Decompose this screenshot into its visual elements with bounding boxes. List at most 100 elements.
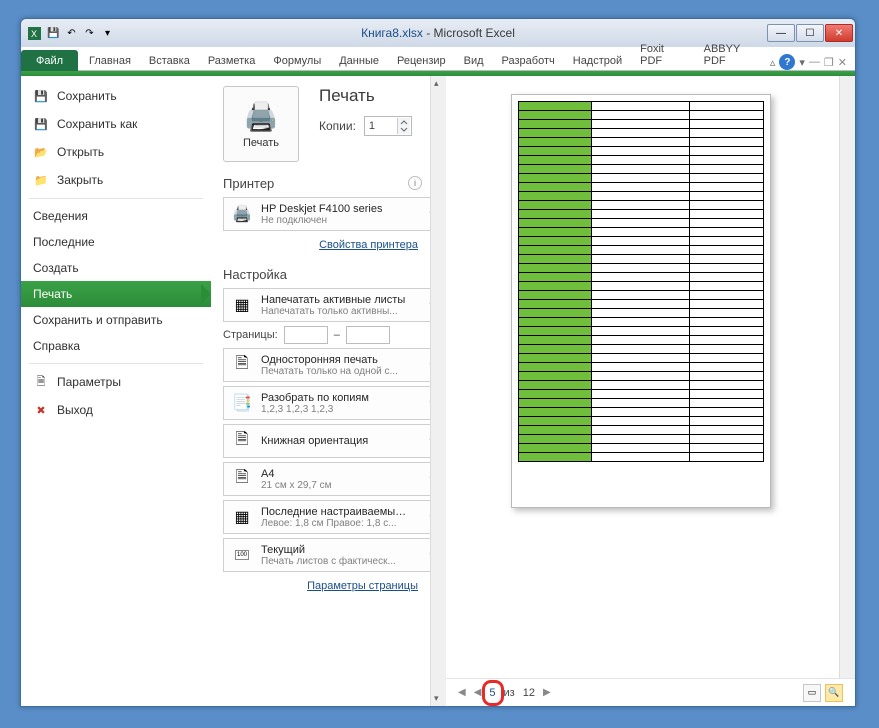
pages-label: Страницы: (223, 329, 278, 341)
paper-size-selector[interactable]: 🗎 A4 21 см x 29,7 см ▾ (223, 462, 440, 496)
print-what-selector[interactable]: ▦ Напечатать активные листы Напечатать т… (223, 288, 440, 322)
svg-text:X: X (31, 29, 37, 39)
collate-icon: 📑 (229, 390, 255, 416)
preview-page (511, 94, 771, 508)
show-margins-button[interactable]: ▭ (803, 684, 821, 702)
nav-close-file[interactable]: 📁Закрыть (21, 166, 211, 194)
nav-exit[interactable]: ✖Выход (21, 396, 211, 424)
backstage-view: 💾Сохранить 💾Сохранить как 📂Открыть 📁Закр… (21, 76, 855, 706)
sheets-icon: ▦ (229, 292, 255, 318)
nav-separator (29, 198, 203, 199)
copies-label: Копии: (319, 119, 356, 133)
doc-minimize-icon[interactable]: — (809, 56, 820, 68)
printer-status: Не подключен (261, 215, 382, 226)
pages-to-input[interactable] (346, 326, 390, 344)
page-setup-link[interactable]: Параметры страницы (307, 580, 418, 592)
minimize-ribbon-icon[interactable]: ▵ (770, 56, 776, 69)
orientation-icon: 🗎 (229, 428, 255, 454)
nav-save-as[interactable]: 💾Сохранить как (21, 110, 211, 138)
print-preview-pane: ◀ ◀ 5 из 12 ▶ ▭ 🔍 (446, 76, 855, 706)
save-icon: 💾 (33, 88, 49, 104)
qat-save-icon[interactable]: 💾 (46, 26, 61, 41)
nav-help[interactable]: Справка (21, 333, 211, 359)
orientation-selector[interactable]: 🗎 Книжная ориентация ▾ (223, 424, 440, 458)
preview-scrollbar[interactable] (839, 76, 855, 678)
qat-undo-icon[interactable]: ↶ (64, 26, 79, 41)
total-pages: 12 (523, 687, 535, 699)
exit-icon: ✖ (33, 402, 49, 418)
printer-icon: 🖨️ (244, 100, 279, 133)
close-file-icon: 📁 (33, 172, 49, 188)
tab-insert[interactable]: Вставка (140, 50, 199, 71)
zoom-to-page-button[interactable]: 🔍 (825, 684, 843, 702)
nav-info[interactable]: Сведения (21, 203, 211, 229)
help-chevron-icon[interactable]: ▾ (799, 56, 805, 69)
tab-foxit[interactable]: Foxit PDF (631, 38, 694, 71)
settings-scrollbar[interactable] (430, 76, 446, 706)
nav-new[interactable]: Создать (21, 255, 211, 281)
tab-addins[interactable]: Надстрой (564, 50, 631, 71)
options-icon: 🗎 (33, 374, 49, 390)
backstage-nav: 💾Сохранить 💾Сохранить как 📂Открыть 📁Закр… (21, 76, 211, 706)
tab-file[interactable]: Файл (21, 50, 78, 71)
print-heading: Печать (319, 86, 412, 106)
scaling-selector[interactable]: 100 Текущий Печать листов с фактическ...… (223, 538, 440, 572)
tab-formulas[interactable]: Формулы (264, 50, 330, 71)
settings-section-title: Настройка (223, 267, 440, 282)
doc-restore-icon[interactable]: ❐ (824, 56, 834, 69)
help-icon[interactable]: ? (779, 54, 795, 70)
margins-icon: ▦ (229, 504, 255, 530)
current-page-number[interactable]: 5 (489, 687, 495, 699)
copies-spinner[interactable]: 1 (364, 116, 412, 136)
pages-separator: – (334, 329, 340, 341)
save-as-icon: 💾 (33, 116, 49, 132)
qat-customize-icon[interactable]: ▾ (100, 26, 115, 41)
print-settings-pane: 🖨️ Печать Печать Копии: 1 Принтерi 🖨️ (211, 76, 446, 706)
nav-options[interactable]: 🗎Параметры (21, 368, 211, 396)
print-button[interactable]: 🖨️ Печать (223, 86, 299, 162)
printer-device-icon: 🖨️ (229, 201, 255, 227)
page-navigator: ◀ ◀ 5 из 12 ▶ (458, 687, 551, 699)
printer-selector[interactable]: 🖨️ HP Deskjet F4100 series Не подключен … (223, 197, 440, 231)
nav-separator (29, 363, 203, 364)
title-filename: Книга8.xlsx (361, 26, 423, 40)
next-page-button[interactable]: ▶ (543, 687, 551, 698)
nav-recent[interactable]: Последние (21, 229, 211, 255)
scaling-icon: 100 (229, 542, 255, 568)
sides-icon: 🗎 (229, 352, 255, 378)
tab-developer[interactable]: Разработч (493, 50, 564, 71)
quick-access-toolbar: 💾 ↶ ↷ ▾ (46, 26, 115, 41)
first-page-button[interactable]: ◀ (458, 687, 466, 698)
preview-content-table (518, 101, 764, 462)
pages-from-input[interactable] (284, 326, 328, 344)
window-frame: X 💾 ↶ ↷ ▾ Книга8.xlsx - Microsoft Excel … (20, 18, 856, 707)
tab-view[interactable]: Вид (455, 50, 493, 71)
pager-of-label: из (504, 687, 515, 699)
nav-save-send[interactable]: Сохранить и отправить (21, 307, 211, 333)
nav-print[interactable]: Печать (21, 281, 211, 307)
tab-data[interactable]: Данные (330, 50, 388, 71)
tab-layout[interactable]: Разметка (199, 50, 265, 71)
maximize-button[interactable]: ☐ (796, 24, 824, 42)
close-button[interactable]: ✕ (825, 24, 853, 42)
collate-selector[interactable]: 📑 Разобрать по копиям 1,2,3 1,2,3 1,2,3 … (223, 386, 440, 420)
print-preview-area (446, 76, 855, 678)
nav-save[interactable]: 💾Сохранить (21, 82, 211, 110)
tab-review[interactable]: Рецензир (388, 50, 455, 71)
printer-section-title: Принтерi (223, 176, 440, 191)
prev-page-button[interactable]: ◀ (474, 687, 482, 698)
paper-icon: 🗎 (229, 466, 255, 492)
print-button-label: Печать (243, 137, 279, 149)
doc-close-icon[interactable]: ✕ (838, 56, 847, 69)
printer-properties-link[interactable]: Свойства принтера (319, 239, 418, 251)
nav-open[interactable]: 📂Открыть (21, 138, 211, 166)
tab-home[interactable]: Главная (80, 50, 140, 71)
sides-selector[interactable]: 🗎 Односторонняя печать Печатать только н… (223, 348, 440, 382)
ribbon-tabs: Файл Главная Вставка Разметка Формулы Да… (21, 47, 855, 71)
minimize-button[interactable]: — (767, 24, 795, 42)
qat-redo-icon[interactable]: ↷ (82, 26, 97, 41)
tab-abbyy[interactable]: ABBYY PDF (695, 38, 770, 71)
printer-name: HP Deskjet F4100 series (261, 203, 382, 215)
margins-selector[interactable]: ▦ Последние настраиваемые ... Левое: 1,8… (223, 500, 440, 534)
printer-info-icon[interactable]: i (408, 176, 422, 190)
